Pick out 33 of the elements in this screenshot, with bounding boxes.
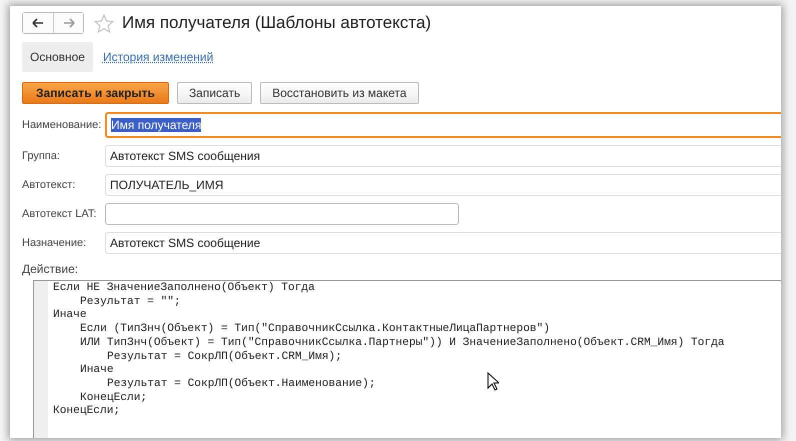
command-button[interactable]: Записать bbox=[176, 82, 252, 104]
input-field[interactable] bbox=[105, 203, 459, 225]
window-title: Имя получателя (Шаблоны автотекста) bbox=[122, 13, 432, 33]
code-line: КонецЕсли; bbox=[80, 392, 148, 406]
code-line: Результат = ""; bbox=[80, 296, 181, 310]
input-field[interactable]: Имя получателя bbox=[105, 112, 781, 138]
back-arrow-icon bbox=[32, 18, 44, 28]
field-label: Автотекст: bbox=[22, 179, 76, 191]
code-line: КонецЕсли; bbox=[53, 405, 120, 420]
code-line: Иначе bbox=[53, 309, 87, 324]
star-icon[interactable] bbox=[94, 14, 114, 32]
save-and-close-button[interactable]: Записать и закрыть bbox=[22, 82, 169, 104]
code-editor[interactable] bbox=[33, 280, 781, 438]
code-line: Если (ТипЗнч(Объект) = Тип("СправочникСсылка.КонтактныеЛицаПартнеров") bbox=[80, 323, 550, 336]
field-label: Наименование: bbox=[22, 119, 102, 131]
input-field[interactable]: Автотекст SMS сообщения bbox=[105, 145, 781, 167]
command-button[interactable]: Восстановить из макета bbox=[260, 82, 419, 104]
code-line: Результат = СокрЛП(Объект.Наименование); bbox=[107, 378, 376, 392]
code-line: ИЛИ ТипЗнч(Объект) = Тип("СправочникСсылка.Партнеры")) И ЗначениеЗаполнено(Объект.CRM_Имя) Тогда bbox=[80, 336, 725, 350]
code-line: Иначе bbox=[80, 364, 114, 378]
code-line: Если НЕ ЗначениеЗаполнено(Объект) Тогда bbox=[53, 282, 315, 296]
field-label: Назначение: bbox=[22, 237, 88, 249]
field-label: Автотекст LAT: bbox=[22, 208, 98, 220]
field-label: Действие: bbox=[22, 262, 80, 276]
tab[interactable]: История изменений bbox=[94, 42, 222, 72]
code-line: Результат = СокрЛП(Объект.CRM_Имя); bbox=[107, 350, 342, 364]
input-field[interactable]: Автотекст SMS сообщение bbox=[105, 232, 781, 254]
input-field[interactable]: ПОЛУЧАТЕЛЬ_ИМЯ bbox=[105, 174, 781, 196]
forward-arrow-icon bbox=[62, 18, 74, 28]
tab[interactable]: Основное bbox=[22, 42, 93, 72]
back-button[interactable] bbox=[23, 13, 53, 33]
mouse-cursor-icon bbox=[487, 372, 499, 391]
field-label: Группа: bbox=[22, 150, 61, 162]
